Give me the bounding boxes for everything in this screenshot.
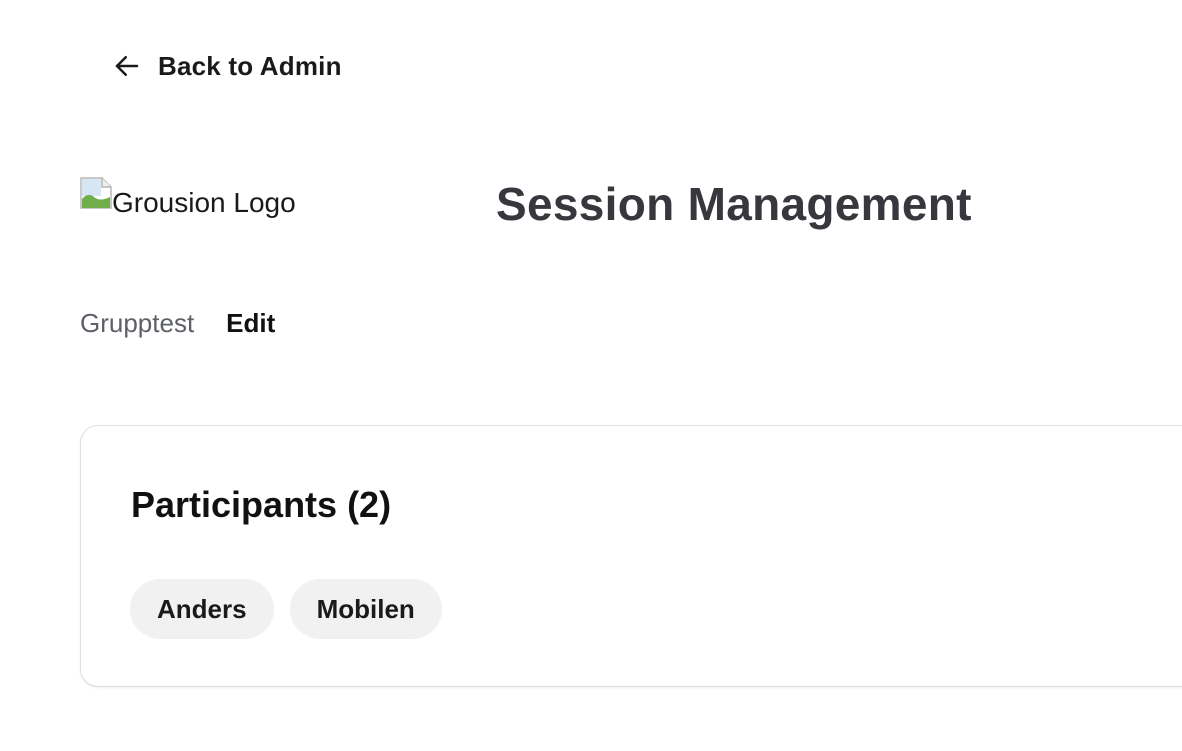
participant-chip[interactable]: Mobilen (289, 579, 442, 639)
participants-title: Participants (2) (131, 484, 392, 525)
page-title: Session Management (496, 178, 972, 230)
broken-image-icon (80, 177, 112, 209)
participants-card: Participants (2) Anders Mobilen (80, 425, 1182, 687)
participant-chip[interactable]: Anders (130, 579, 274, 639)
back-to-admin-link[interactable]: Back to Admin (112, 46, 342, 86)
arrow-left-icon (112, 51, 142, 81)
logo-alt-text: Grousion Logo (112, 187, 296, 218)
logo: Grousion Logo (80, 177, 296, 227)
session-name: Grupptest (80, 307, 195, 338)
back-to-admin-label: Back to Admin (158, 50, 342, 81)
participants-list: Anders Mobilen (130, 579, 442, 639)
edit-session-button[interactable]: Edit (226, 308, 275, 339)
session-row: Grupptest Edit (80, 304, 275, 342)
